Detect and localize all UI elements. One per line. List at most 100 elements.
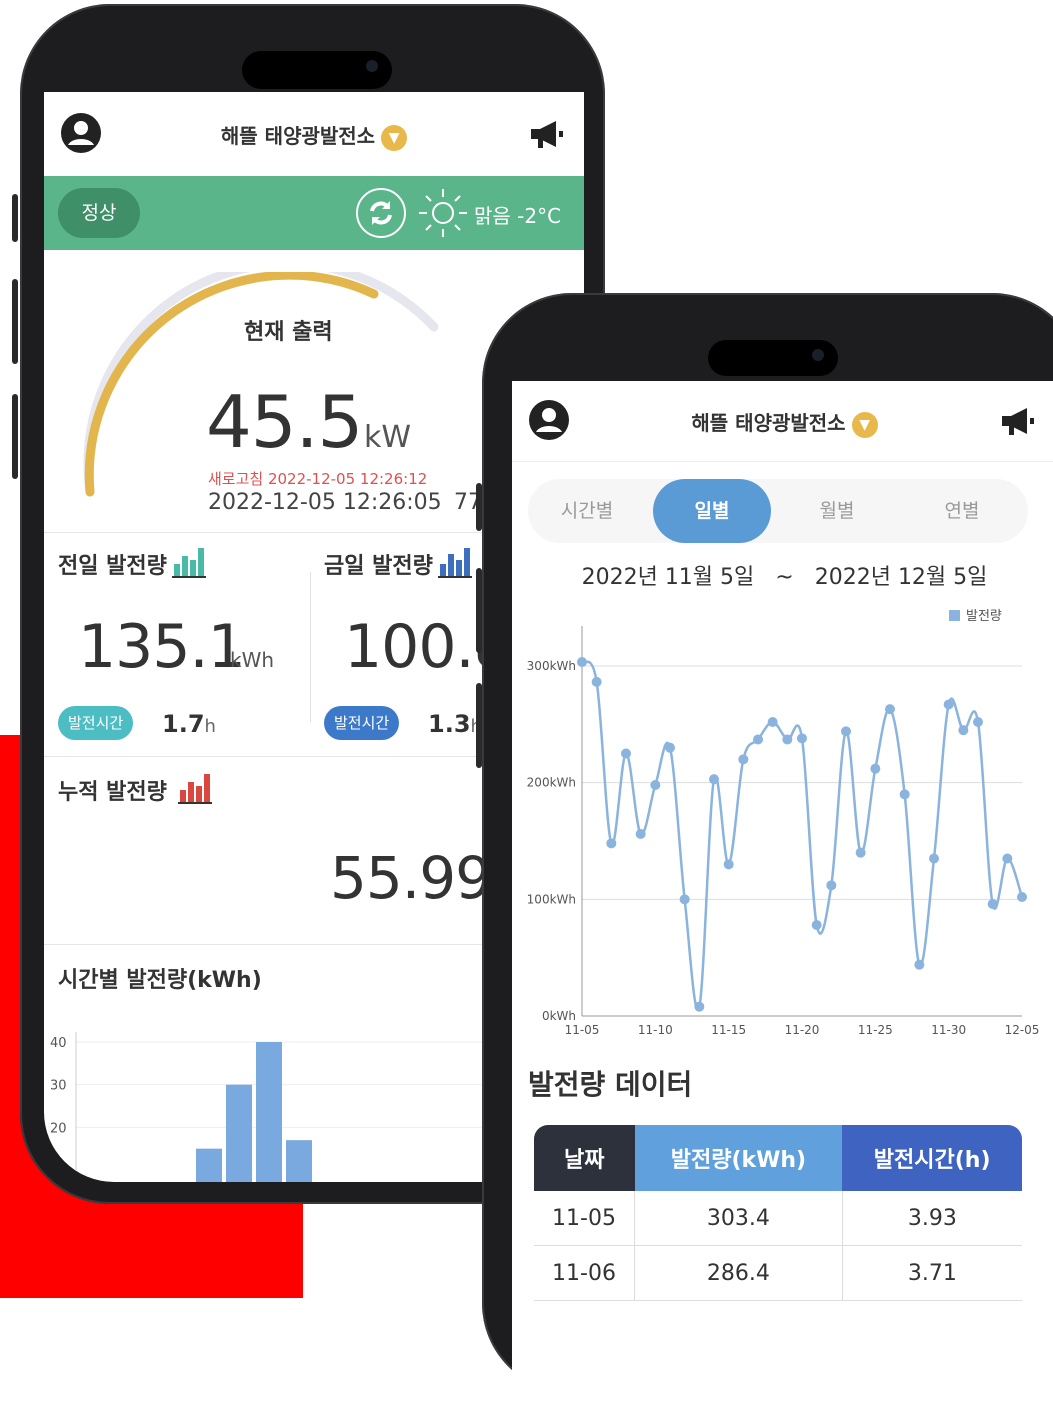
phone-mute-button bbox=[476, 483, 482, 531]
plant-selector[interactable]: 해뜰 태양광발전소 ▼ bbox=[512, 407, 1053, 438]
phone-mute-button bbox=[12, 194, 18, 242]
daily-line-chart: 발전량 300kWh 200kWh 100kWh 0kWh11-05 11-10 11-15… bbox=[527, 609, 1040, 1036]
phone-volume-down-button bbox=[476, 683, 482, 768]
tab-monthly[interactable]: 월별 bbox=[778, 479, 896, 543]
x-tick-label: 11-25 bbox=[858, 1023, 893, 1036]
gen-hours-pill: 발전시간 bbox=[324, 706, 400, 740]
table-cell: 11-06 bbox=[534, 1245, 635, 1301]
column-header-hours[interactable]: 발전시간(h) bbox=[842, 1125, 1022, 1191]
data-point bbox=[885, 704, 895, 715]
y-tick-label: 20 bbox=[50, 1121, 67, 1136]
data-point bbox=[899, 789, 910, 800]
legend-label: 발전량 bbox=[966, 609, 1002, 624]
data-point bbox=[870, 763, 881, 774]
legend-swatch bbox=[949, 610, 960, 621]
x-tick-label: 11-15 bbox=[711, 1023, 746, 1036]
today-title: 금일 발전량 bbox=[324, 554, 433, 579]
app-header: 해뜰 태양광발전소 ▼ bbox=[512, 381, 1053, 462]
refresh-button[interactable] bbox=[356, 188, 406, 238]
date-range[interactable]: 2022년 11월 5일 ~ 2022년 12월 5일 bbox=[512, 559, 1053, 591]
column-header-date[interactable]: 날짜 bbox=[534, 1125, 635, 1191]
data-point bbox=[1017, 892, 1027, 902]
megaphone-icon[interactable] bbox=[999, 405, 1037, 437]
table-cell: 3.93 bbox=[842, 1191, 1022, 1246]
bar bbox=[226, 1084, 252, 1182]
bar bbox=[196, 1148, 222, 1182]
data-point bbox=[621, 748, 631, 759]
sun-icon bbox=[419, 189, 467, 237]
data-point bbox=[723, 859, 734, 870]
data-point bbox=[577, 657, 587, 668]
data-point bbox=[987, 899, 998, 909]
date-start: 2022년 11월 5일 bbox=[581, 565, 755, 590]
data-point bbox=[606, 838, 617, 849]
refresh-timestamp: 새로고침 2022-12-05 12:26:12 bbox=[208, 470, 428, 488]
tab-yearly[interactable]: 연별 bbox=[903, 479, 1021, 543]
data-point bbox=[914, 959, 925, 970]
x-tick-label: 11-05 bbox=[565, 1023, 600, 1036]
data-point bbox=[797, 733, 807, 744]
yesterday-hours: 1.7 bbox=[162, 710, 205, 738]
data-point bbox=[782, 734, 793, 745]
y-tick-label: 30 bbox=[50, 1079, 67, 1094]
phone-right-screen: 해뜰 태양광발전소 ▼ 시간별 일별 월별 연별 2022년 11월 5일 ~ 2… bbox=[512, 381, 1053, 1411]
x-tick-label: 11-30 bbox=[931, 1023, 966, 1036]
current-output-unit: kW bbox=[364, 420, 412, 455]
data-point bbox=[943, 699, 954, 710]
current-output-value: 45.5 bbox=[206, 380, 363, 464]
table-row: 11-05 303.4 3.93 bbox=[534, 1191, 1022, 1246]
x-tick-label: 11-20 bbox=[785, 1023, 820, 1036]
chevron-down-icon: ▼ bbox=[381, 124, 408, 151]
y-tick-label: 100kWh bbox=[527, 892, 576, 906]
plant-name: 해뜰 태양광발전소 bbox=[691, 411, 846, 435]
data-point bbox=[635, 829, 646, 839]
phone-volume-up-button bbox=[476, 568, 482, 653]
vertical-divider bbox=[310, 572, 311, 722]
y-tick-label: 300kWh bbox=[527, 659, 576, 673]
data-point bbox=[767, 717, 778, 727]
series-line bbox=[580, 660, 1024, 1011]
total-title: 누적 발전량 bbox=[58, 780, 167, 805]
camera-icon bbox=[812, 349, 824, 361]
data-point bbox=[973, 717, 983, 727]
data-point bbox=[958, 725, 969, 736]
table-cell: 11-05 bbox=[534, 1191, 635, 1246]
today-hours: 1.3 bbox=[428, 710, 471, 738]
data-point bbox=[1002, 853, 1013, 864]
table-row: 11-06 286.4 3.71 bbox=[534, 1245, 1022, 1301]
yesterday-hours-value: 1.7h bbox=[162, 710, 216, 738]
table-cell: 3.71 bbox=[842, 1245, 1022, 1301]
tab-daily[interactable]: 일별 bbox=[653, 479, 771, 543]
megaphone-icon[interactable] bbox=[528, 118, 566, 150]
total-value: 55.99 bbox=[330, 844, 492, 912]
yesterday-title: 전일 발전량 bbox=[58, 554, 167, 579]
dynamic-island bbox=[708, 340, 838, 376]
chevron-down-icon: ▼ bbox=[851, 411, 878, 438]
dynamic-island bbox=[242, 51, 392, 89]
yesterday-unit: kWh bbox=[230, 648, 275, 672]
date-separator: ~ bbox=[775, 565, 794, 590]
app-header: 해뜰 태양광발전소 ▼ bbox=[44, 92, 584, 176]
data-point bbox=[738, 754, 749, 765]
phone-right: 해뜰 태양광발전소 ▼ 시간별 일별 월별 연별 2022년 11월 5일 ~ 2… bbox=[476, 293, 1053, 1411]
generation-data-table: 날짜 발전량(kWh) 발전시간(h) 11-05 303.4 3.93 11-… bbox=[534, 1125, 1022, 1301]
data-point bbox=[753, 734, 763, 745]
data-point bbox=[591, 676, 602, 687]
hourly-chart-title: 시간별 발전량(kWh) bbox=[58, 968, 262, 993]
bar-chart-icon bbox=[178, 774, 212, 804]
tab-hourly[interactable]: 시간별 bbox=[528, 479, 646, 543]
phone-volume-down-button bbox=[12, 394, 18, 479]
period-tabs: 시간별 일별 월별 연별 bbox=[528, 479, 1028, 543]
output-timestamp: 2022-12-05 12:26:05 bbox=[208, 490, 442, 515]
camera-icon bbox=[366, 60, 378, 72]
data-point bbox=[709, 774, 719, 785]
column-header-generation[interactable]: 발전량(kWh) bbox=[634, 1125, 843, 1191]
weather-text: 맑음 -2°C bbox=[474, 204, 562, 228]
refresh-icon bbox=[370, 201, 392, 225]
yesterday-value: 135.1 bbox=[78, 612, 246, 682]
y-tick-label: 40 bbox=[50, 1036, 67, 1051]
plant-selector[interactable]: 해뜰 태양광발전소 ▼ bbox=[44, 120, 584, 151]
data-point bbox=[694, 1001, 705, 1012]
x-tick-label: 12-05 bbox=[1005, 1023, 1040, 1036]
data-point bbox=[855, 847, 866, 858]
